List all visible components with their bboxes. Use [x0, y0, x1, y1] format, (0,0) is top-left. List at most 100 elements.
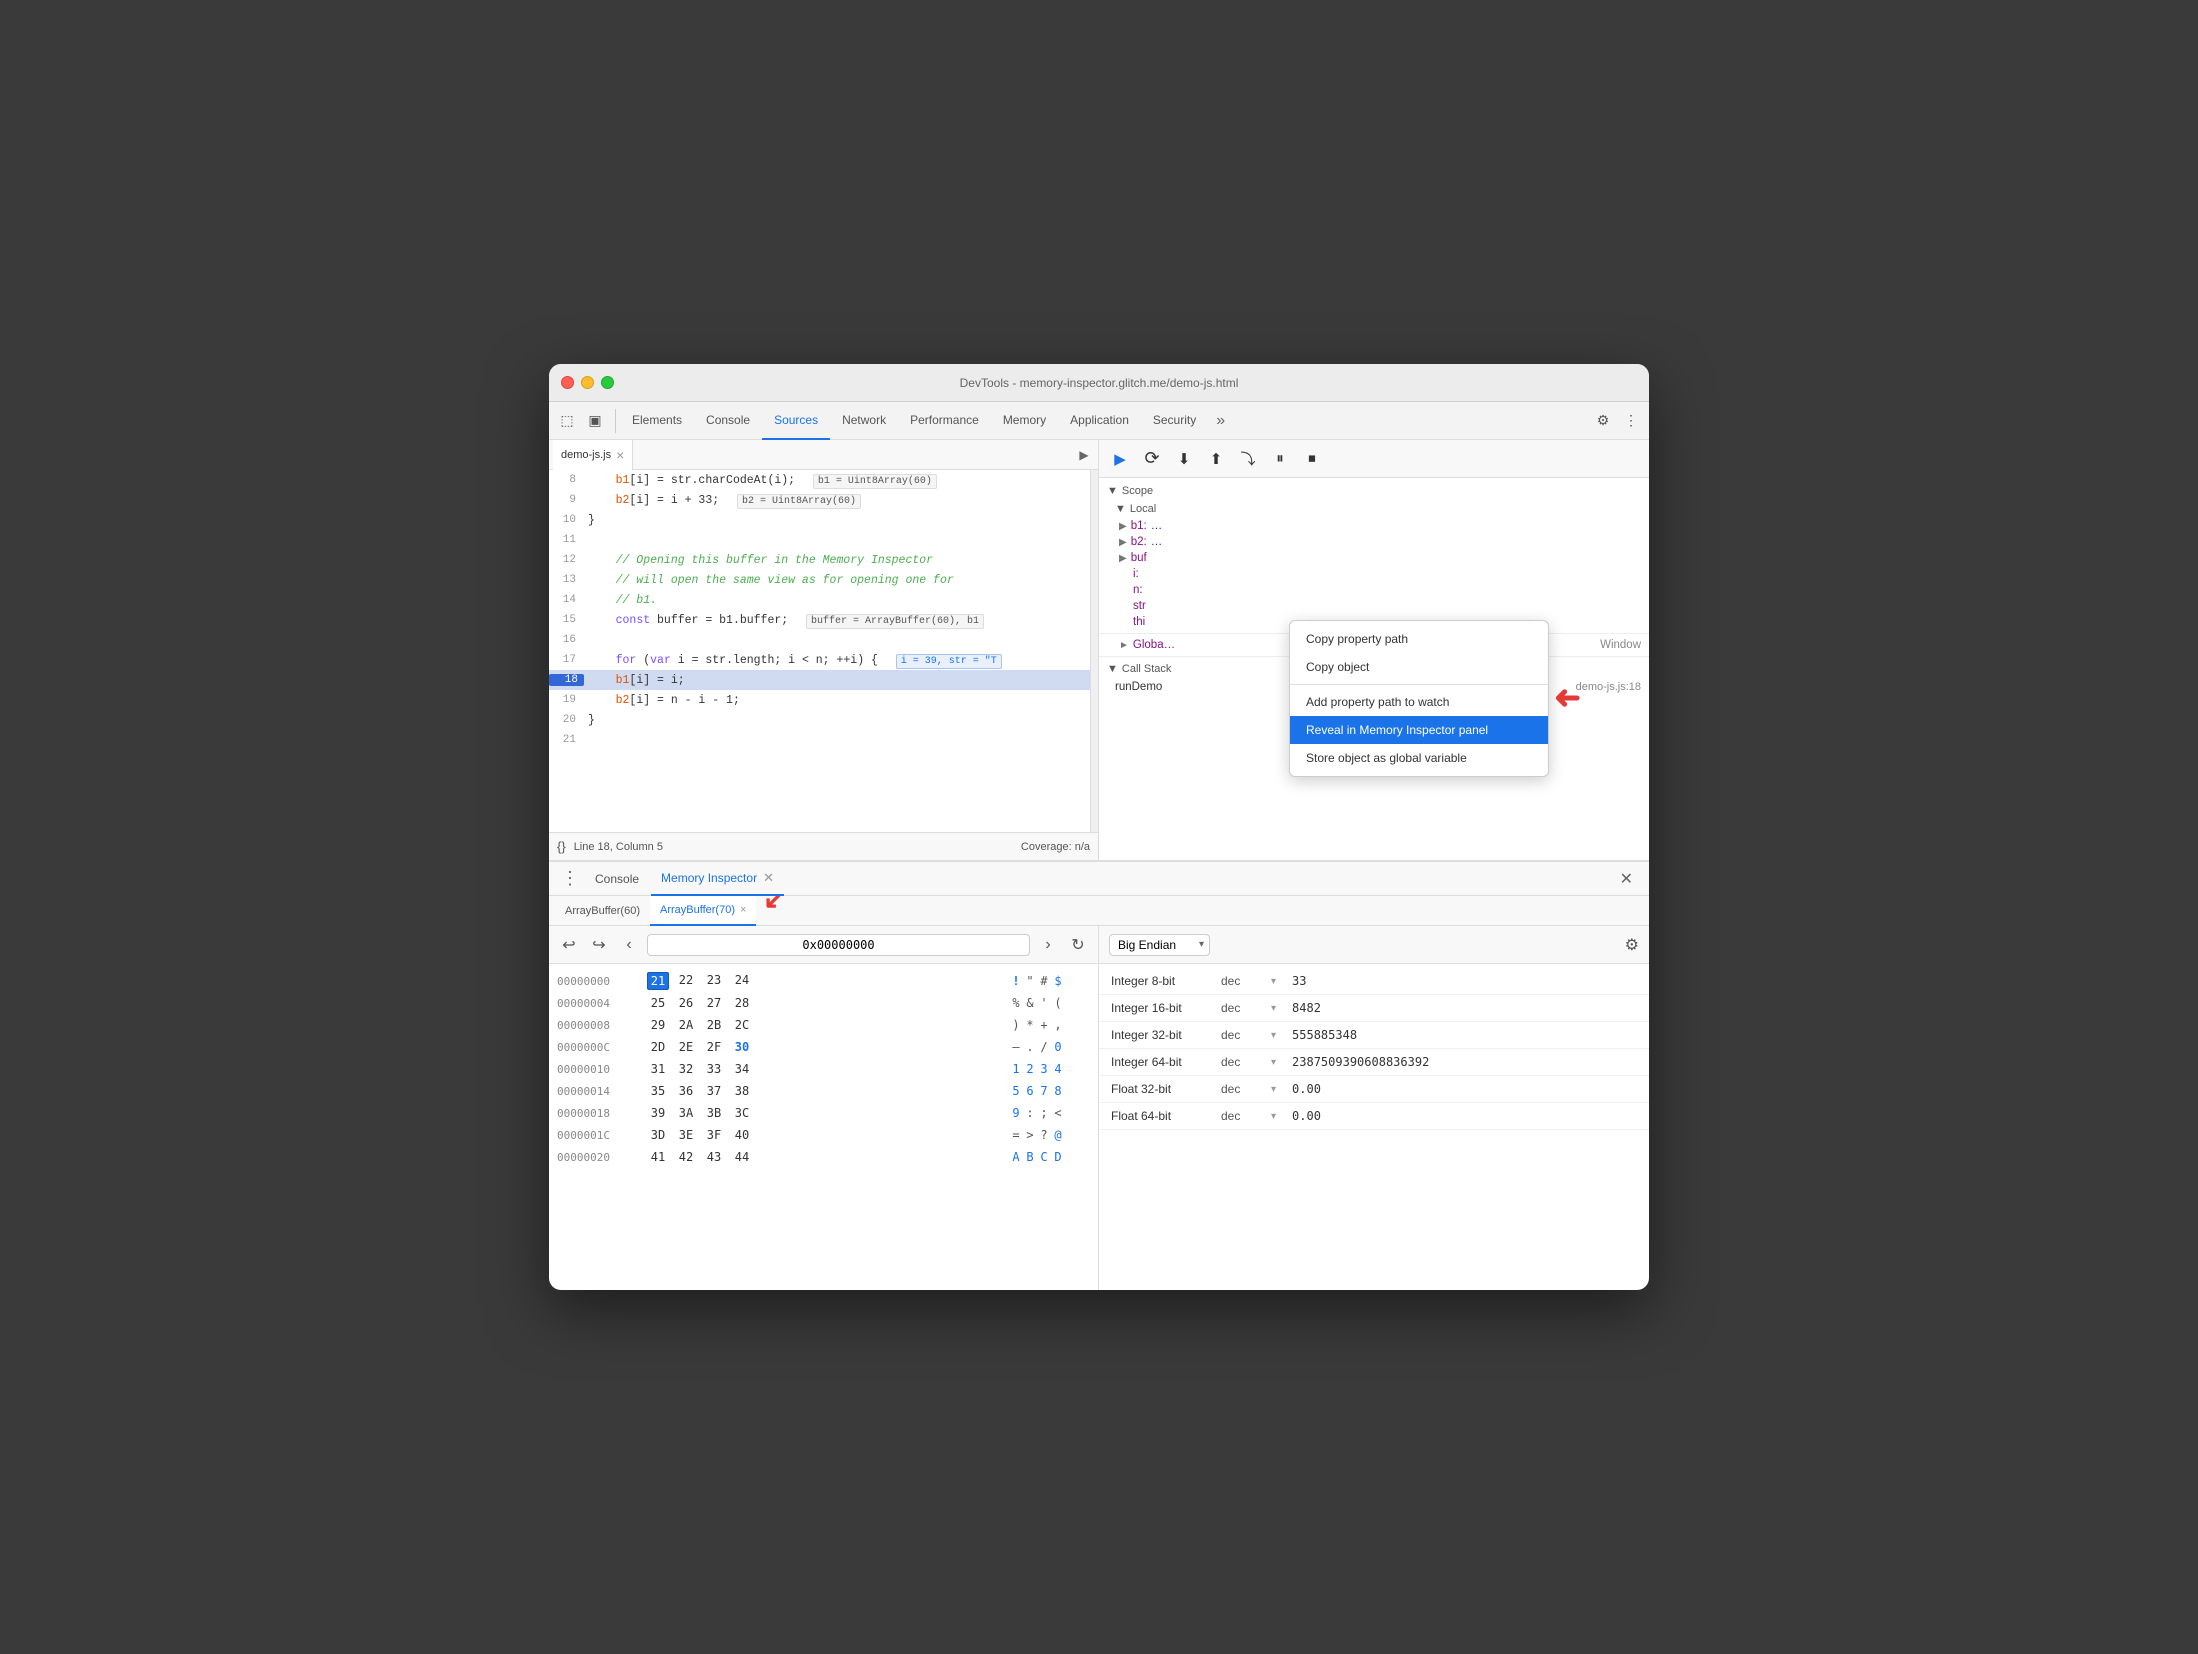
ctx-reveal-memory[interactable]: Reveal in Memory Inspector panel [1290, 716, 1548, 744]
memory-inspector-close[interactable]: ✕ [763, 871, 774, 884]
insp-format: dec [1221, 1028, 1271, 1042]
endian-select[interactable]: Big Endian Little Endian [1109, 934, 1210, 956]
scope-item-str[interactable]: str [1099, 598, 1649, 614]
hex-byte[interactable]: 21 [647, 972, 669, 990]
undo-button[interactable]: ↩ [557, 933, 581, 957]
hex-byte[interactable]: 29 [647, 1017, 669, 1033]
step-into-button[interactable]: ⬇ [1171, 446, 1197, 472]
buffer-tab-70-close[interactable]: × [740, 904, 746, 916]
hex-byte[interactable]: 26 [675, 995, 697, 1011]
ctx-copy-property-path[interactable]: Copy property path [1290, 625, 1548, 653]
tab-security[interactable]: Security [1141, 402, 1208, 440]
file-tab[interactable]: demo-js.js × [553, 440, 633, 470]
hex-byte[interactable]: 40 [731, 1127, 753, 1143]
hex-byte[interactable]: 3C [731, 1105, 753, 1121]
hex-byte[interactable]: 24 [731, 972, 753, 990]
tab-elements[interactable]: Elements [620, 402, 694, 440]
inspector-settings-button[interactable]: ⚙ [1625, 935, 1639, 955]
hex-byte[interactable]: 44 [731, 1149, 753, 1165]
hex-byte[interactable]: 36 [675, 1083, 697, 1099]
cursor-icon[interactable]: ⬚ [555, 409, 579, 433]
hex-byte[interactable]: 33 [703, 1061, 725, 1077]
tab-performance[interactable]: Performance [898, 402, 991, 440]
device-icon[interactable]: ▣ [583, 409, 607, 433]
tab-console-bottom[interactable]: Console [585, 862, 649, 896]
pause-on-exceptions[interactable]: ⏹ [1299, 446, 1325, 472]
scope-item-i[interactable]: i: [1099, 566, 1649, 582]
hex-byte[interactable]: 37 [703, 1083, 725, 1099]
hex-byte[interactable]: 34 [731, 1061, 753, 1077]
hex-byte[interactable]: 28 [731, 995, 753, 1011]
local-scope-header[interactable]: ▼ Local [1099, 500, 1649, 518]
hex-byte[interactable]: 42 [675, 1149, 697, 1165]
minimize-button[interactable] [581, 376, 594, 389]
scope-item-b1[interactable]: ▶ b1: … [1099, 518, 1649, 534]
hex-byte[interactable]: 27 [703, 995, 725, 1011]
hex-byte[interactable]: 3B [703, 1105, 725, 1121]
tab-memory[interactable]: Memory [991, 402, 1058, 440]
menu-icon[interactable]: ⋮ [1619, 409, 1643, 433]
tab-sources[interactable]: Sources [762, 402, 830, 440]
next-address-button[interactable]: › [1036, 933, 1060, 957]
hex-byte[interactable]: 31 [647, 1061, 669, 1077]
step-button[interactable]: ⤵ [1235, 446, 1261, 472]
resume-button[interactable]: ▶ [1107, 446, 1133, 472]
scope-header[interactable]: ▼ Scope [1099, 482, 1649, 500]
address-input[interactable] [647, 934, 1030, 956]
hex-byte[interactable]: 2A [675, 1017, 697, 1033]
hex-byte[interactable]: 2D [647, 1039, 669, 1055]
tab-console[interactable]: Console [694, 402, 762, 440]
settings-icon[interactable]: ⚙ [1591, 409, 1615, 433]
more-tabs-button[interactable]: » [1208, 412, 1233, 430]
hex-byte[interactable]: 23 [703, 972, 725, 990]
hex-byte[interactable]: 3E [675, 1127, 697, 1143]
hex-byte[interactable]: 43 [703, 1149, 725, 1165]
hex-byte[interactable]: 39 [647, 1105, 669, 1121]
step-over-button[interactable]: ⟳ [1139, 446, 1165, 472]
scrollbar[interactable] [1090, 470, 1098, 832]
insp-format-dropdown[interactable]: ▾ [1271, 976, 1276, 987]
deactivate-breakpoints[interactable]: ⏸ [1267, 446, 1293, 472]
ctx-add-watch[interactable]: Add property path to watch [1290, 688, 1548, 716]
hex-byte[interactable]: 35 [647, 1083, 669, 1099]
insp-format-dropdown[interactable]: ▾ [1271, 1084, 1276, 1095]
maximize-button[interactable] [601, 376, 614, 389]
hex-byte[interactable]: 30 [731, 1039, 753, 1055]
insp-format-dropdown[interactable]: ▾ [1271, 1111, 1276, 1122]
ctx-copy-object[interactable]: Copy object [1290, 653, 1548, 681]
tab-application[interactable]: Application [1058, 402, 1141, 440]
tab-network[interactable]: Network [830, 402, 898, 440]
close-button[interactable] [561, 376, 574, 389]
scope-item-buf[interactable]: ▶ buf [1099, 550, 1649, 566]
buffer-tab-60[interactable]: ArrayBuffer(60) [555, 896, 650, 926]
hex-byte[interactable]: 25 [647, 995, 669, 1011]
close-panel-button[interactable]: ✕ [1612, 865, 1641, 893]
hex-byte[interactable]: 22 [675, 972, 697, 990]
hex-char: 6 [1024, 1084, 1036, 1098]
bottom-menu-button[interactable]: ⋮ [557, 866, 583, 892]
file-tab-close[interactable]: × [616, 448, 624, 462]
hex-byte[interactable]: 3A [675, 1105, 697, 1121]
insp-format-dropdown[interactable]: ▾ [1271, 1003, 1276, 1014]
refresh-button[interactable]: ↻ [1066, 933, 1090, 957]
tab-memory-inspector[interactable]: Memory Inspector ✕ [651, 862, 784, 896]
hex-byte[interactable]: 2C [731, 1017, 753, 1033]
prev-address-button[interactable]: ‹ [617, 933, 641, 957]
hex-byte[interactable]: 32 [675, 1061, 697, 1077]
run-script-button[interactable]: ▶ [1074, 445, 1094, 465]
scope-item-b2[interactable]: ▶ b2: … [1099, 534, 1649, 550]
buffer-tab-70[interactable]: ArrayBuffer(70) × ↙ [650, 896, 756, 926]
insp-format-dropdown[interactable]: ▾ [1271, 1030, 1276, 1041]
insp-format-dropdown[interactable]: ▾ [1271, 1057, 1276, 1068]
hex-byte[interactable]: 3D [647, 1127, 669, 1143]
step-out-button[interactable]: ⬆ [1203, 446, 1229, 472]
hex-byte[interactable]: 2F [703, 1039, 725, 1055]
ctx-store-global[interactable]: Store object as global variable [1290, 744, 1548, 772]
redo-button[interactable]: ↪ [587, 933, 611, 957]
hex-byte[interactable]: 2E [675, 1039, 697, 1055]
hex-byte[interactable]: 2B [703, 1017, 725, 1033]
hex-byte[interactable]: 41 [647, 1149, 669, 1165]
hex-byte[interactable]: 38 [731, 1083, 753, 1099]
hex-byte[interactable]: 3F [703, 1127, 725, 1143]
scope-item-n[interactable]: n: [1099, 582, 1649, 598]
